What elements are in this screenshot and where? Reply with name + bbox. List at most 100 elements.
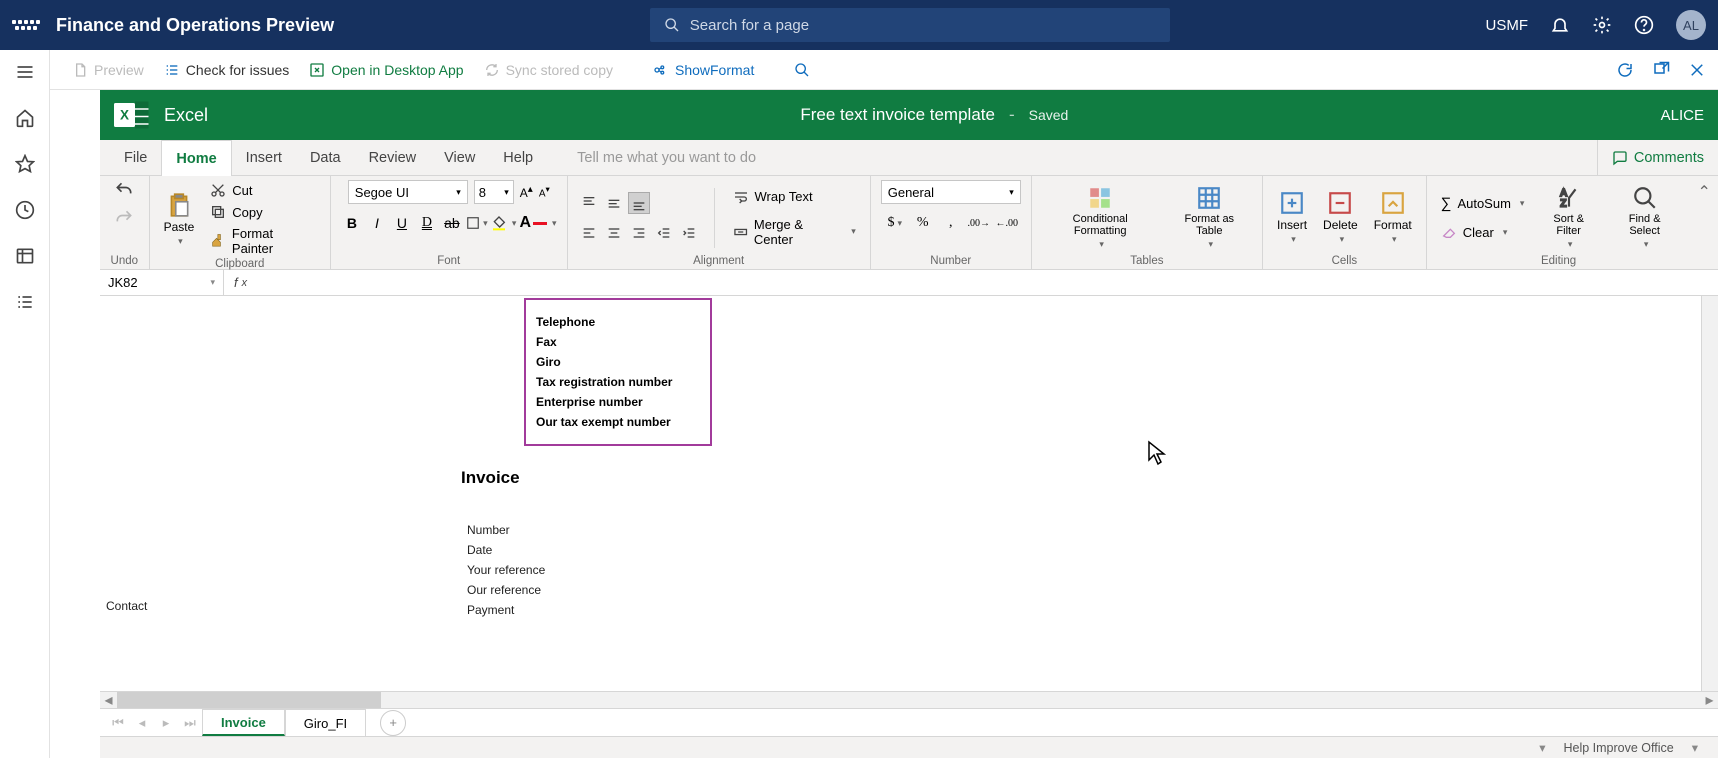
tab-insert[interactable]: Insert <box>232 140 296 175</box>
name-box[interactable]: JK82▾ <box>100 270 224 295</box>
wrap-text-button[interactable]: Wrap Text <box>729 187 860 207</box>
font-name-select[interactable]: Segoe UI▾ <box>348 180 468 204</box>
sheet-tab-giro[interactable]: Giro_FI <box>285 709 366 736</box>
open-desktop-button[interactable]: Open in Desktop App <box>299 50 473 89</box>
bell-icon[interactable] <box>1550 15 1570 35</box>
sort-filter-button[interactable]: AZSort & Filter <box>1536 183 1600 252</box>
vertical-scrollbar[interactable] <box>1701 296 1718 691</box>
strike-button[interactable]: ab <box>441 212 463 234</box>
scroll-thumb[interactable] <box>117 692 381 708</box>
sheet-nav-last[interactable]: ⏭ <box>178 709 202 736</box>
format-painter-button[interactable]: Format Painter <box>206 224 320 258</box>
tell-me-input[interactable]: Tell me what you want to do <box>577 140 756 175</box>
scroll-right-icon[interactable]: ▸ <box>1701 692 1718 709</box>
align-top-button[interactable] <box>578 192 600 214</box>
shrink-font-icon[interactable]: A▾ <box>539 184 550 199</box>
hamburger-icon[interactable] <box>15 62 35 82</box>
cut-button[interactable]: Cut <box>206 180 320 200</box>
group-editing-label: Editing <box>1437 255 1681 269</box>
cut-icon <box>210 182 226 198</box>
tab-file[interactable]: File <box>110 140 161 175</box>
close-icon[interactable] <box>1688 61 1706 79</box>
sync-icon <box>484 62 500 78</box>
delete-cells-button[interactable]: Delete <box>1319 188 1362 247</box>
clear-button[interactable]: Clear <box>1437 222 1529 242</box>
merge-center-button[interactable]: Merge & Center <box>729 215 860 249</box>
comments-button[interactable]: Comments <box>1597 140 1718 175</box>
percent-button[interactable]: % <box>912 212 934 234</box>
popout-icon[interactable] <box>1652 61 1670 79</box>
collapse-ribbon-button[interactable]: ⌃ <box>1690 176 1718 269</box>
sheet-tab-invoice[interactable]: Invoice <box>202 709 285 736</box>
paste-button[interactable]: Paste <box>160 190 199 249</box>
scroll-left-icon[interactable]: ◂ <box>100 692 117 709</box>
horizontal-scrollbar[interactable]: ◂ ▸ <box>100 691 1718 708</box>
conditional-formatting-button[interactable]: Conditional Formatting <box>1042 183 1159 252</box>
tab-help[interactable]: Help <box>489 140 547 175</box>
increase-indent-button[interactable] <box>678 222 700 244</box>
autosum-button[interactable]: ∑AutoSum <box>1437 193 1529 214</box>
gear-icon[interactable] <box>1592 15 1612 35</box>
align-bottom-button[interactable] <box>628 192 650 214</box>
sheet-nav-prev[interactable]: ◂ <box>130 709 154 736</box>
help-icon[interactable] <box>1634 15 1654 35</box>
clock-icon[interactable] <box>15 200 35 220</box>
user-avatar[interactable]: AL <box>1676 10 1706 40</box>
undo-icon[interactable] <box>114 180 134 200</box>
field-telephone: Telephone <box>536 312 700 332</box>
increase-decimal-button[interactable]: .00→ <box>968 212 990 234</box>
status-dropdown[interactable]: ▾ <box>1692 740 1698 755</box>
format-as-table-button[interactable]: Format as Table <box>1167 183 1252 252</box>
doc-name[interactable]: Free text invoice template <box>800 105 995 125</box>
double-underline-button[interactable]: D <box>416 212 438 234</box>
insert-cells-button[interactable]: Insert <box>1273 188 1311 247</box>
copy-icon <box>210 204 226 220</box>
italic-button[interactable]: I <box>366 212 388 234</box>
align-right-button[interactable] <box>628 222 650 244</box>
app-launcher-icon[interactable] <box>12 20 40 30</box>
align-center-button[interactable] <box>603 222 625 244</box>
field-your-ref: Your reference <box>467 560 545 580</box>
svg-text:Z: Z <box>1560 199 1566 210</box>
global-search-input[interactable]: Search for a page <box>650 8 1170 42</box>
fill-color-button[interactable] <box>491 215 517 231</box>
show-format-button[interactable]: ShowFormat <box>643 50 764 89</box>
find-select-button[interactable]: Find & Select <box>1609 183 1681 252</box>
sheet-nav-next[interactable]: ▸ <box>154 709 178 736</box>
status-menu[interactable]: ▾ <box>1539 740 1545 755</box>
align-left-button[interactable] <box>578 222 600 244</box>
help-improve-link[interactable]: Help Improve Office <box>1563 741 1673 755</box>
decrease-decimal-button[interactable]: ←.00 <box>996 212 1018 234</box>
check-issues-button[interactable]: Check for issues <box>154 50 299 89</box>
underline-button[interactable]: U <box>391 212 413 234</box>
font-size-select[interactable]: 8▾ <box>474 180 514 204</box>
action-search-button[interactable] <box>784 50 820 89</box>
redo-icon[interactable] <box>114 208 134 228</box>
sheet-nav-first[interactable]: ⏮ <box>106 709 130 736</box>
refresh-icon[interactable] <box>1616 61 1634 79</box>
align-middle-button[interactable] <box>603 192 625 214</box>
excel-user[interactable]: ALICE <box>1661 107 1704 124</box>
tab-view[interactable]: View <box>430 140 489 175</box>
format-cells-button[interactable]: Format <box>1370 188 1416 247</box>
worksheet-grid[interactable]: Telephone Fax Giro Tax registration numb… <box>100 296 1718 691</box>
tab-review[interactable]: Review <box>355 140 431 175</box>
star-icon[interactable] <box>15 154 35 174</box>
workspace-icon[interactable] <box>15 246 35 266</box>
border-button[interactable] <box>466 212 488 234</box>
decrease-indent-button[interactable] <box>653 222 675 244</box>
home-icon[interactable] <box>15 108 35 128</box>
tab-home[interactable]: Home <box>161 140 231 176</box>
modules-icon[interactable] <box>15 292 35 312</box>
company-label[interactable]: USMF <box>1486 17 1529 34</box>
add-sheet-button[interactable]: + <box>380 710 406 736</box>
font-color-button[interactable]: A <box>519 214 556 232</box>
comma-button[interactable]: , <box>940 212 962 234</box>
grow-font-icon[interactable]: A▴ <box>520 184 533 200</box>
copy-button[interactable]: Copy <box>206 202 320 222</box>
number-format-select[interactable]: General▾ <box>881 180 1021 204</box>
tab-data[interactable]: Data <box>296 140 355 175</box>
bold-button[interactable]: B <box>341 212 363 234</box>
currency-button[interactable]: $ <box>884 212 906 234</box>
search-icon <box>664 17 680 33</box>
